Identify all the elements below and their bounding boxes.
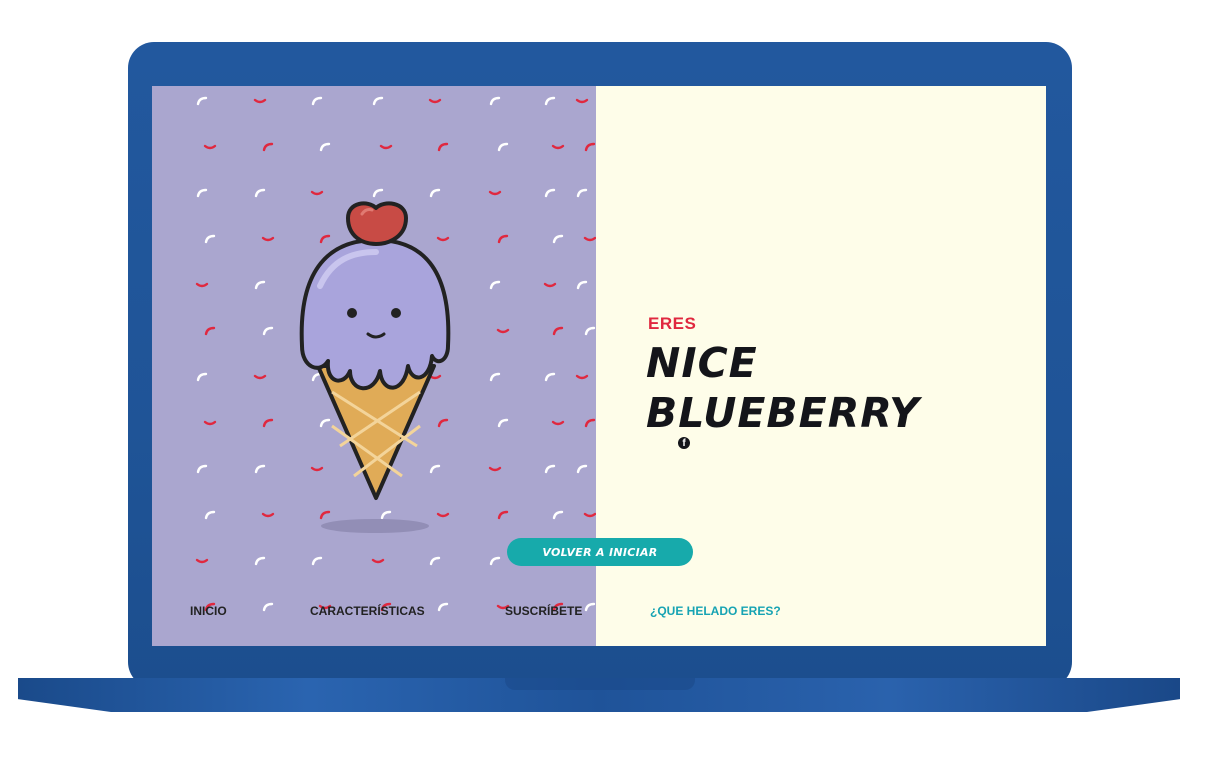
result-title-line-2: BLUEBERRY bbox=[646, 389, 920, 437]
sprinkle bbox=[576, 188, 588, 198]
sprinkle bbox=[576, 464, 588, 474]
sprinkle bbox=[429, 556, 441, 566]
sprinkle bbox=[552, 326, 564, 336]
restart-button[interactable]: VOLVER A INICIAR bbox=[507, 538, 693, 566]
sprinkle bbox=[544, 188, 556, 198]
sprinkle bbox=[575, 98, 589, 104]
sprinkle bbox=[311, 96, 323, 106]
sprinkle bbox=[204, 234, 216, 244]
sprinkle bbox=[488, 190, 502, 196]
sprinkle bbox=[437, 142, 449, 152]
sprinkle bbox=[204, 510, 216, 520]
sprinkle bbox=[497, 418, 509, 428]
sprinkle bbox=[253, 374, 267, 380]
sprinkle bbox=[551, 420, 565, 426]
sprinkle bbox=[262, 326, 274, 336]
result-title-line-1: NICE bbox=[646, 339, 758, 387]
sprinkle bbox=[496, 328, 510, 334]
sprinkle bbox=[261, 236, 275, 242]
sprinkle bbox=[544, 372, 556, 382]
nav-link-que-helado-eres[interactable]: ¿QUE HELADO ERES? bbox=[650, 604, 781, 618]
sprinkle bbox=[552, 234, 564, 244]
ice-cream-illustration bbox=[299, 201, 451, 533]
sprinkle bbox=[489, 556, 501, 566]
sprinkle bbox=[254, 556, 266, 566]
sprinkle bbox=[195, 282, 209, 288]
sprinkle bbox=[489, 372, 501, 382]
laptop-screen: ERES NICE BLUEBERRY f VOLVER A INICIAR I… bbox=[152, 86, 1046, 646]
sprinkle bbox=[489, 280, 501, 290]
sprinkle bbox=[253, 98, 267, 104]
nav-link-caracteristicas[interactable]: CARACTERÍSTICAS bbox=[310, 604, 425, 618]
sprinkle bbox=[371, 558, 385, 564]
sprinkle bbox=[310, 190, 324, 196]
nav-link-inicio[interactable]: INICIO bbox=[190, 604, 227, 618]
sprinkle bbox=[428, 98, 442, 104]
footer-nav: INICIO CARACTERÍSTICAS SUSCRÍBETE ¿QUE H… bbox=[152, 604, 1046, 624]
sprinkle bbox=[254, 188, 266, 198]
sprinkle bbox=[584, 326, 596, 336]
facebook-icon[interactable]: f bbox=[678, 437, 690, 449]
sprinkle bbox=[584, 142, 596, 152]
sprinkle bbox=[583, 236, 596, 242]
laptop-notch bbox=[505, 678, 695, 690]
sprinkle bbox=[204, 326, 216, 336]
sprinkle bbox=[544, 96, 556, 106]
sprinkle bbox=[488, 466, 502, 472]
sprinkle bbox=[584, 418, 596, 428]
result-eyebrow: ERES bbox=[648, 314, 697, 333]
sprinkle bbox=[319, 142, 331, 152]
sprinkle bbox=[196, 372, 208, 382]
sprinkle bbox=[196, 188, 208, 198]
sprinkle bbox=[203, 144, 217, 150]
sprinkle bbox=[196, 96, 208, 106]
sprinkle bbox=[543, 282, 557, 288]
sprinkle bbox=[575, 374, 589, 380]
sprinkle bbox=[379, 144, 393, 150]
sprinkle bbox=[497, 510, 509, 520]
sprinkle bbox=[262, 418, 274, 428]
sprinkle bbox=[196, 464, 208, 474]
sprinkle bbox=[261, 512, 275, 518]
sprinkle bbox=[551, 144, 565, 150]
sprinkle bbox=[195, 558, 209, 564]
sprinkle bbox=[311, 556, 323, 566]
sprinkle bbox=[372, 96, 384, 106]
sprinkle bbox=[262, 142, 274, 152]
sprinkle bbox=[544, 464, 556, 474]
sprinkle bbox=[576, 280, 588, 290]
sprinkle bbox=[497, 234, 509, 244]
sprinkle bbox=[203, 420, 217, 426]
sprinkle bbox=[254, 464, 266, 474]
sprinkle bbox=[497, 142, 509, 152]
sprinkle bbox=[254, 280, 266, 290]
sprinkle bbox=[552, 510, 564, 520]
sprinkle bbox=[583, 512, 596, 518]
nav-link-suscribete[interactable]: SUSCRÍBETE bbox=[505, 604, 582, 618]
result-title: NICE BLUEBERRY bbox=[646, 338, 920, 438]
sprinkle bbox=[489, 96, 501, 106]
